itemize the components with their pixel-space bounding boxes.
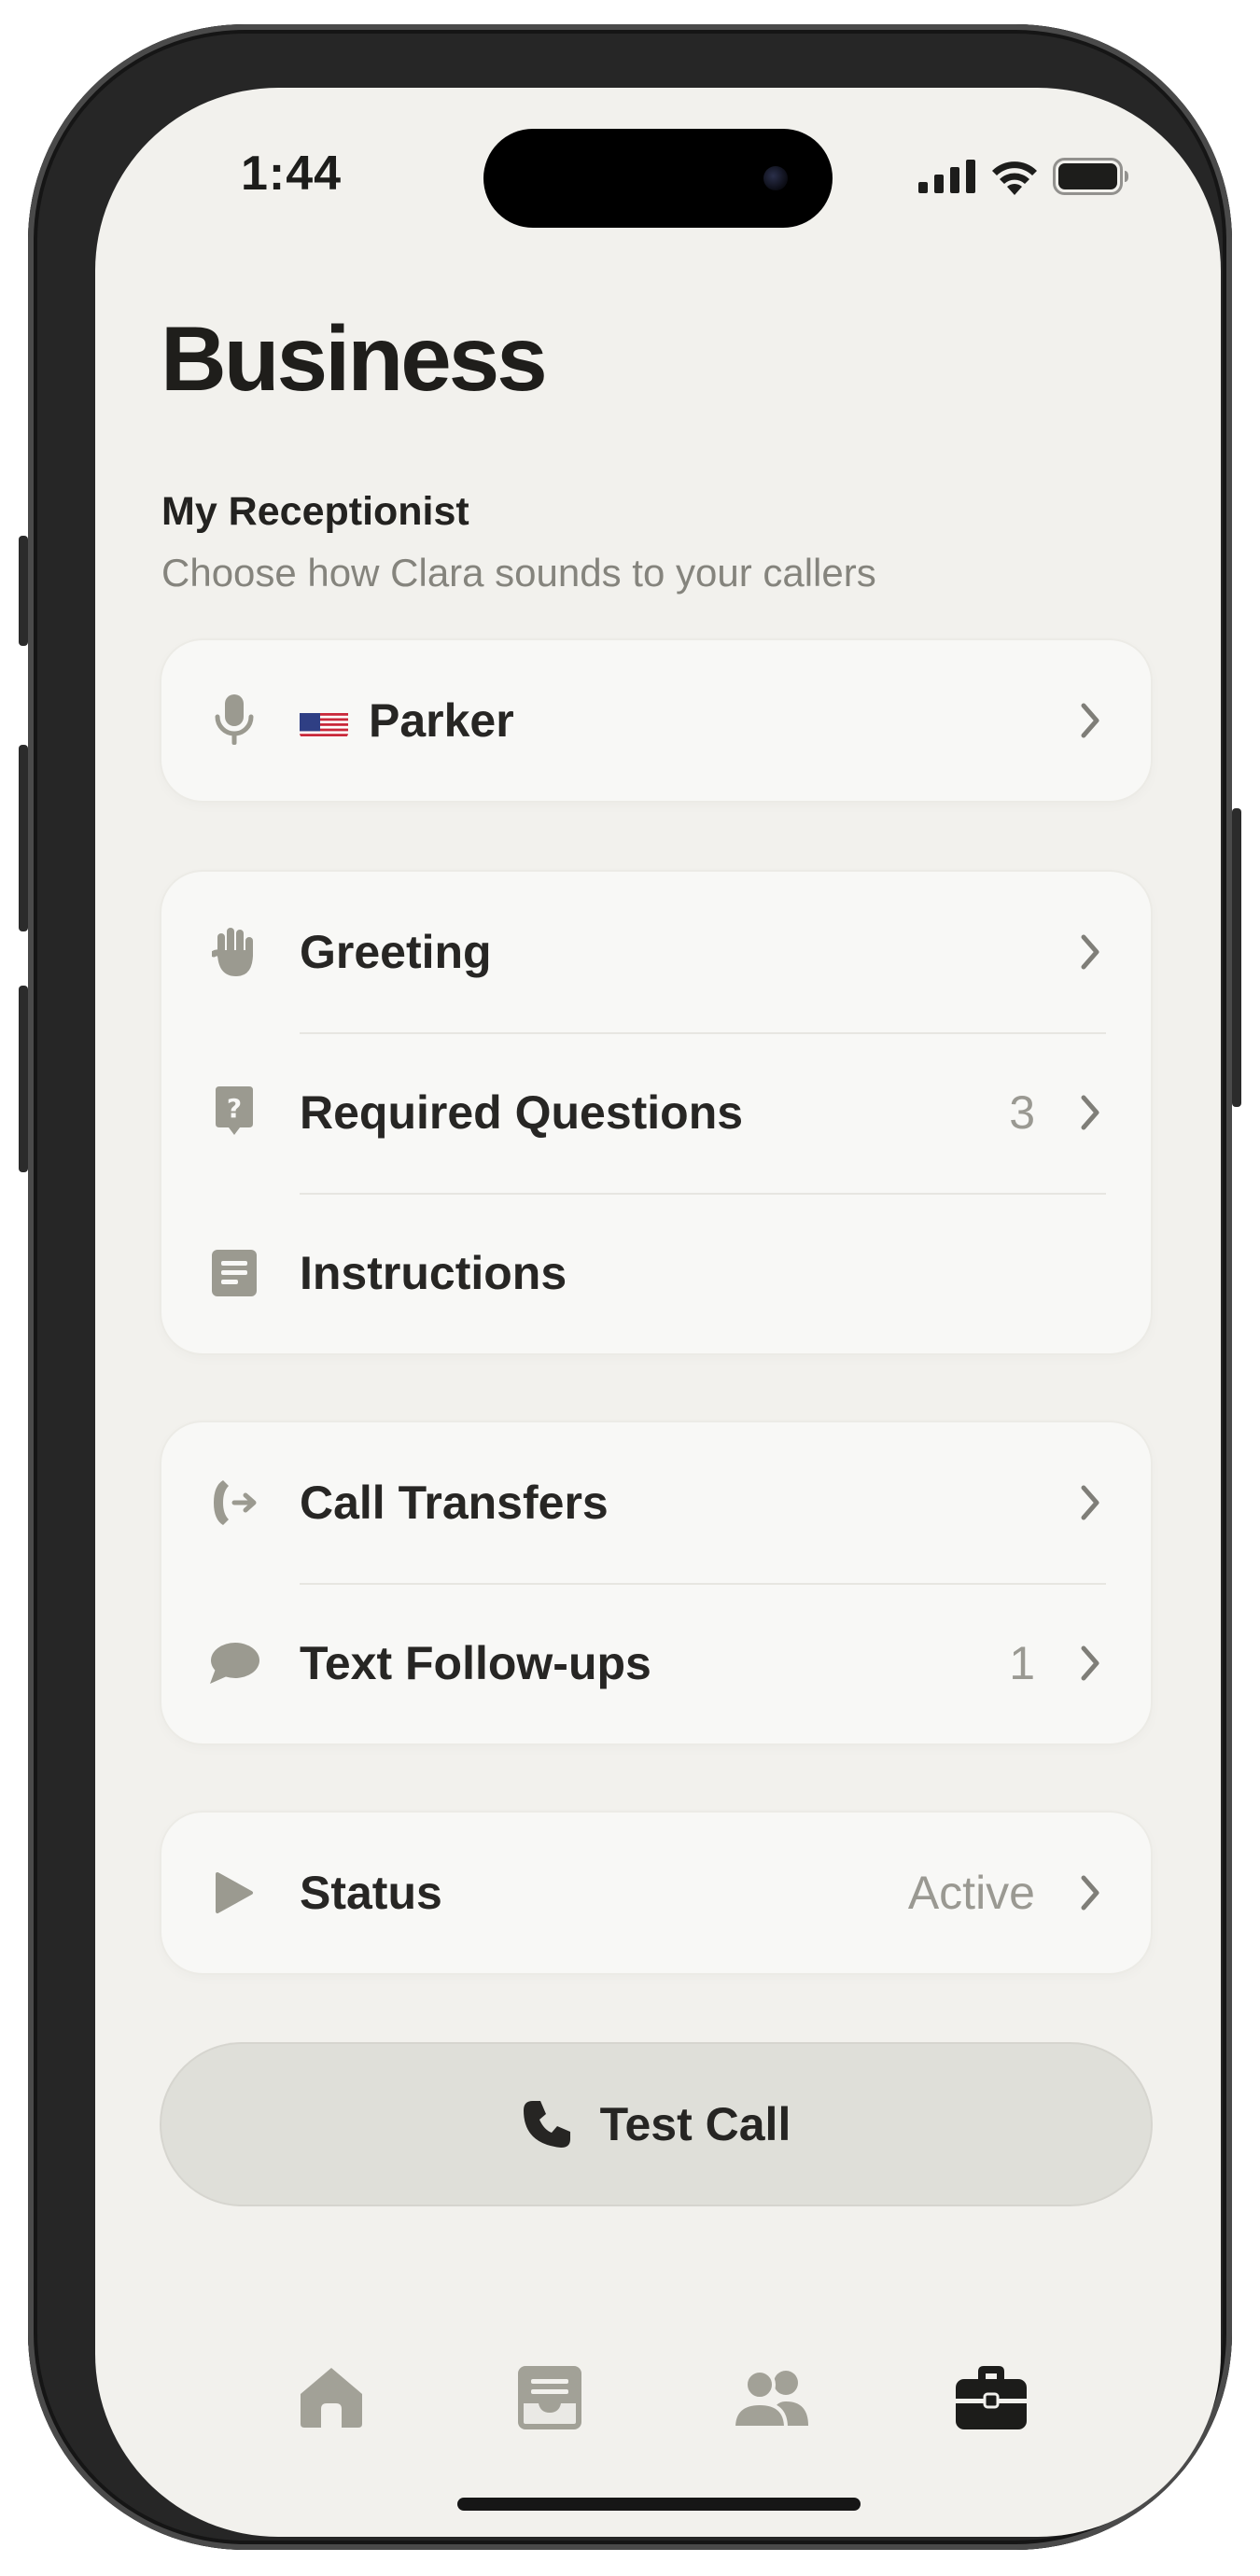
inbox-icon — [518, 2366, 581, 2429]
status-value: Active — [907, 1867, 1035, 1919]
test-call-label: Test Call — [599, 2098, 791, 2150]
volume-up-button — [19, 745, 28, 931]
page-title: Business — [161, 307, 548, 410]
battery-icon — [1053, 158, 1128, 195]
voice-row[interactable]: Parker — [161, 640, 1151, 801]
instructions-label: Instructions — [300, 1247, 567, 1299]
text-followups-count: 1 — [1009, 1637, 1035, 1689]
microphone-icon — [208, 694, 260, 747]
chevron-right-icon — [1081, 703, 1099, 738]
communication-card: Call Transfers Text Follow-ups 1 — [161, 1422, 1151, 1743]
tab-business[interactable] — [940, 2346, 1043, 2449]
chevron-right-icon — [1081, 1645, 1099, 1681]
chat-bubble-icon — [208, 1637, 260, 1689]
status-row[interactable]: Status Active — [161, 1813, 1151, 1973]
home-indicator[interactable] — [457, 2498, 861, 2511]
instructions-row[interactable]: Instructions — [161, 1193, 1151, 1353]
setup-card: Greeting ? Required Questions 3 Instruct… — [161, 872, 1151, 1353]
required-questions-row[interactable]: ? Required Questions 3 — [161, 1032, 1151, 1193]
screen: 1:44 Business My Receptionist Choose how… — [95, 88, 1221, 2537]
required-questions-label: Required Questions — [300, 1086, 744, 1139]
chevron-right-icon — [1081, 1095, 1099, 1130]
call-transfers-label: Call Transfers — [300, 1477, 609, 1529]
tab-contacts[interactable] — [720, 2346, 822, 2449]
tab-home[interactable] — [280, 2346, 383, 2449]
phone-icon — [523, 2101, 570, 2148]
call-transfers-row[interactable]: Call Transfers — [161, 1422, 1151, 1583]
status-card[interactable]: Status Active — [161, 1813, 1151, 1973]
greeting-label: Greeting — [300, 926, 492, 978]
dynamic-island — [483, 129, 833, 228]
raised-hand-icon — [208, 926, 260, 978]
people-icon — [732, 2369, 808, 2428]
wifi-icon — [992, 161, 1037, 195]
camera-lens — [763, 166, 788, 190]
action-button — [19, 536, 28, 646]
test-call-button[interactable]: Test Call — [161, 2044, 1151, 2205]
document-icon — [208, 1247, 260, 1299]
voice-card[interactable]: Parker — [161, 640, 1151, 801]
home-icon — [301, 2368, 362, 2428]
status-label: Status — [300, 1867, 442, 1919]
phone-frame: 1:44 Business My Receptionist Choose how… — [19, 24, 1241, 2550]
voice-label: Parker — [300, 693, 514, 748]
section-title: My Receptionist — [161, 489, 469, 534]
required-questions-count: 3 — [1009, 1086, 1035, 1139]
chevron-right-icon — [1081, 1875, 1099, 1911]
section-subtitle: Choose how Clara sounds to your callers — [161, 551, 876, 595]
chevron-right-icon — [1081, 934, 1099, 970]
tab-bar — [95, 2346, 1221, 2468]
text-followups-row[interactable]: Text Follow-ups 1 — [161, 1583, 1151, 1743]
question-bubble-icon: ? — [208, 1086, 260, 1139]
power-button — [1232, 808, 1241, 1107]
phone-transfer-icon — [208, 1477, 260, 1529]
cellular-signal-icon — [918, 160, 975, 193]
status-time: 1:44 — [241, 147, 343, 201]
chevron-right-icon — [1081, 1485, 1099, 1520]
voice-name: Parker — [369, 694, 514, 747]
briefcase-icon — [956, 2366, 1027, 2429]
text-followups-label: Text Follow-ups — [300, 1637, 651, 1689]
status-icons — [918, 155, 1129, 198]
us-flag-icon — [300, 704, 348, 737]
svg-text:?: ? — [227, 1093, 242, 1124]
tab-inbox[interactable] — [498, 2346, 601, 2449]
greeting-row[interactable]: Greeting — [161, 872, 1151, 1032]
play-icon — [208, 1867, 260, 1919]
volume-down-button — [19, 986, 28, 1172]
